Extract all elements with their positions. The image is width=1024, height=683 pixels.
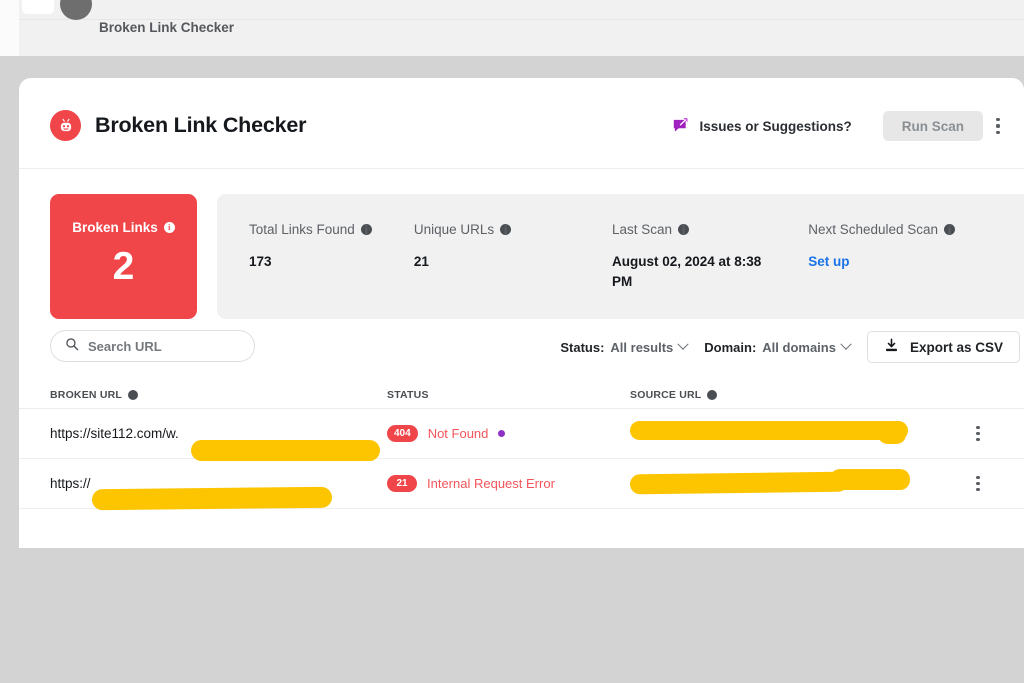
stats-row: Broken Links i 2 Total Links Found i 173… xyxy=(19,169,1024,319)
status-text: Internal Request Error xyxy=(427,476,555,491)
info-icon[interactable]: i xyxy=(128,389,138,400)
redaction-mark xyxy=(878,424,906,444)
info-icon[interactable]: i xyxy=(163,222,175,233)
info-icon[interactable]: i xyxy=(500,223,512,236)
broken-link-robot-icon xyxy=(50,110,81,141)
redaction-mark xyxy=(91,486,333,511)
status-text: Not Found xyxy=(427,426,489,441)
broken-links-card: Broken Links i 2 xyxy=(50,194,197,319)
broken-links-table: BROKEN URL i STATUS SOURCE URL i https:/… xyxy=(19,381,1024,511)
stat-label-row: Total Links Found i xyxy=(249,222,402,237)
chevron-down-icon[interactable] xyxy=(840,338,852,350)
stat-label-row: Last Scan i xyxy=(612,222,796,237)
broken-links-label: Broken Links xyxy=(72,220,158,235)
cell-status: 21 Internal Request Error xyxy=(387,475,630,492)
column-label: SOURCE URL xyxy=(630,388,702,401)
breadcrumb[interactable]: Broken Link Checker xyxy=(99,20,234,35)
cell-broken-url[interactable]: https:// xyxy=(50,476,387,511)
column-label: STATUS xyxy=(387,388,429,401)
run-scan-button[interactable]: Run Scan xyxy=(882,111,983,141)
info-icon[interactable]: i xyxy=(678,223,690,236)
info-icon[interactable]: i xyxy=(360,223,372,236)
tab-nub xyxy=(22,0,54,14)
cell-actions xyxy=(953,469,993,499)
stat-value: 173 xyxy=(249,254,272,269)
stat-unique-urls: Unique URLs i 21 xyxy=(414,222,612,319)
broken-links-value: 2 xyxy=(112,245,135,288)
search-input[interactable] xyxy=(88,338,240,354)
column-header-status: STATUS xyxy=(387,389,630,401)
status-dot-icon xyxy=(498,430,506,437)
export-as-csv-button[interactable]: Export as CSV xyxy=(866,331,1020,363)
domain-filter[interactable]: Domain: All domains xyxy=(704,338,852,355)
cell-source-url[interactable] xyxy=(629,459,953,509)
status-filter-value[interactable]: All results xyxy=(610,340,673,355)
download-csv-icon xyxy=(884,338,899,356)
stat-label-row: Next Scheduled Scan i xyxy=(808,222,1012,237)
broken-link-checker-card: Broken Link Checker Issues or Suggestion… xyxy=(19,78,1024,548)
column-label: BROKEN URL xyxy=(50,388,122,401)
cell-status: 404 Not Found xyxy=(387,425,630,442)
status-filter-label: Status: xyxy=(560,339,605,355)
left-rail xyxy=(0,0,19,56)
chevron-down-icon[interactable] xyxy=(677,338,689,350)
redaction-mark xyxy=(629,471,849,494)
header-more-vertical-icon[interactable] xyxy=(983,111,1013,141)
export-label: Export as CSV xyxy=(909,339,1003,355)
redaction-mark xyxy=(830,468,910,490)
table-header-row: BROKEN URL i STATUS SOURCE URL i xyxy=(19,381,1024,409)
feedback-pencil-bubble-icon xyxy=(672,117,690,135)
stat-label: Last Scan xyxy=(612,222,673,237)
info-icon[interactable]: i xyxy=(944,223,956,236)
stat-label-row: Unique URLs i xyxy=(414,222,600,237)
stat-label: Total Links Found xyxy=(249,222,355,237)
column-header-source-url: SOURCE URL i xyxy=(630,389,953,401)
row-more-vertical-icon[interactable] xyxy=(963,469,993,499)
stat-total-links-found: Total Links Found i 173 xyxy=(217,222,414,319)
broken-url-text: https://site112.com/w. xyxy=(50,426,179,441)
redaction-mark xyxy=(630,420,908,440)
broken-url-text: https:// xyxy=(50,476,91,491)
status-badge: 404 xyxy=(387,425,418,442)
search-url-field[interactable] xyxy=(50,330,255,362)
filters: Status: All results Domain: All domains xyxy=(560,331,1020,363)
brand: Broken Link Checker xyxy=(50,110,306,141)
cell-source-url[interactable] xyxy=(630,409,953,459)
info-icon[interactable]: i xyxy=(707,389,718,400)
broken-links-label-row: Broken Links i xyxy=(72,220,175,235)
stat-value: 21 xyxy=(413,254,429,269)
stat-last-scan: Last Scan i August 02, 2024 at 8:38 PM xyxy=(612,222,808,319)
table-row[interactable]: https://site112.com/w. 404 Not Found xyxy=(19,409,1024,461)
top-chrome-strip: Broken Link Checker xyxy=(0,0,1024,56)
cell-broken-url[interactable]: https://site112.com/w. xyxy=(50,426,387,461)
table-row[interactable]: https:// 21 Internal Request Error xyxy=(19,459,1024,511)
stat-next-scheduled-scan: Next Scheduled Scan i Set up xyxy=(808,222,1024,319)
status-filter[interactable]: Status: All results xyxy=(560,338,689,355)
redaction-mark xyxy=(191,440,380,461)
stat-label: Next Scheduled Scan xyxy=(808,222,939,237)
row-more-vertical-icon[interactable] xyxy=(963,419,993,449)
page-background-bottom xyxy=(0,548,1024,683)
avatar xyxy=(60,0,92,20)
domain-filter-value[interactable]: All domains xyxy=(762,340,836,355)
column-header-broken-url: BROKEN URL i xyxy=(50,389,387,401)
issues-or-suggestions-link[interactable]: Issues or Suggestions? xyxy=(672,117,852,135)
stats-panel: Total Links Found i 173 Unique URLs i 21… xyxy=(217,194,1024,319)
stat-label: Unique URLs xyxy=(413,222,495,237)
domain-filter-label: Domain: xyxy=(704,339,757,355)
set-up-link[interactable]: Set up xyxy=(808,252,963,272)
status-badge: 21 xyxy=(387,475,417,492)
screen-root: Broken Link Checker Broken Link Checker … xyxy=(0,0,1024,683)
cell-actions xyxy=(953,419,993,449)
issues-label: Issues or Suggestions? xyxy=(699,118,852,134)
page-title: Broken Link Checker xyxy=(95,113,307,137)
card-header: Broken Link Checker Issues or Suggestion… xyxy=(19,78,1024,169)
header-actions: Issues or Suggestions? Run Scan xyxy=(672,111,1013,141)
search-icon xyxy=(65,337,79,356)
table-toolbar: Status: All results Domain: All domains xyxy=(19,319,1024,381)
stat-value: August 02, 2024 at 8:38 PM xyxy=(612,254,762,289)
